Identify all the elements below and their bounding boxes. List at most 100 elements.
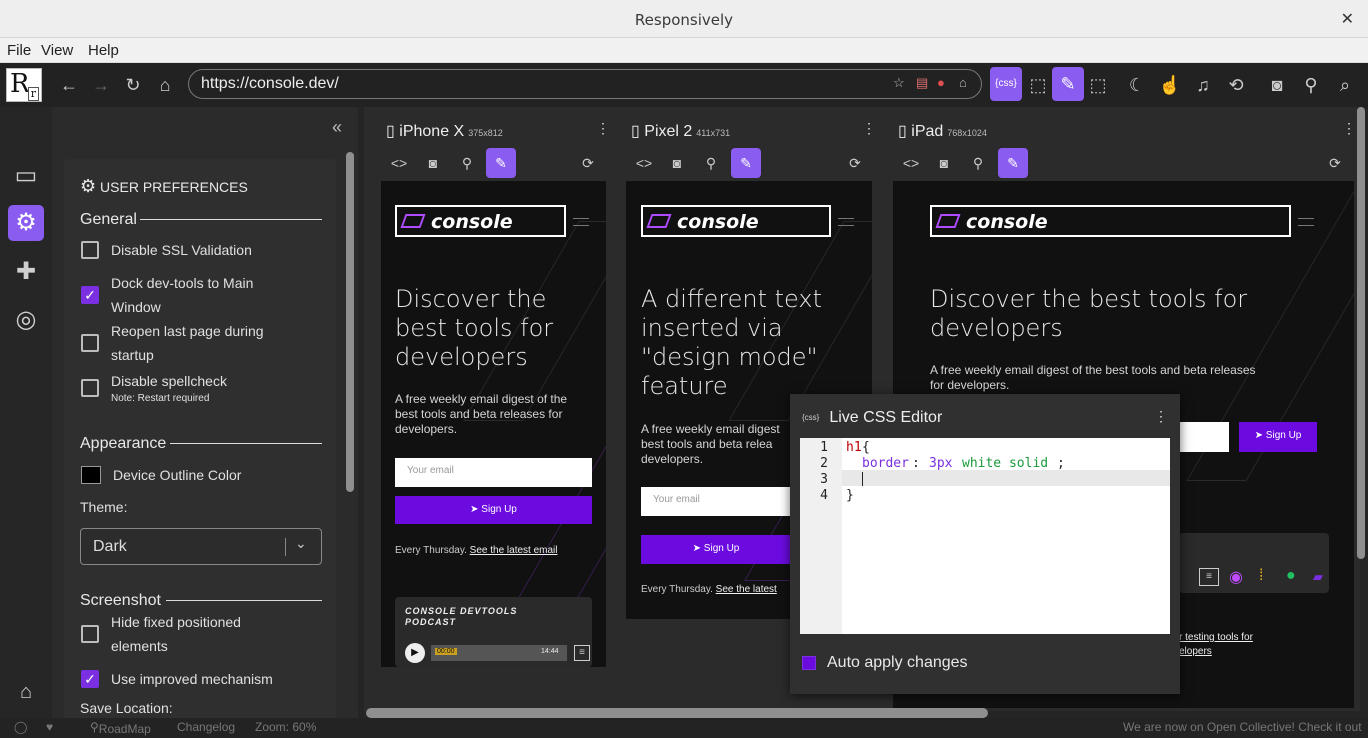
hamburger-icon[interactable] xyxy=(838,218,854,226)
device-menu-icon[interactable]: ⋮ xyxy=(862,120,876,137)
clear-storage-icon[interactable]: ▤ xyxy=(916,75,928,91)
google-podcasts-icon[interactable]: ⁞ xyxy=(1259,567,1263,585)
improved-checkbox[interactable]: ✓ xyxy=(81,670,99,688)
email-input[interactable]: Your email xyxy=(395,458,592,487)
spellcheck-checkbox[interactable] xyxy=(81,379,99,397)
dark-mode-icon[interactable]: ☾ xyxy=(1124,72,1150,98)
screenshot-icon[interactable]: ◙ xyxy=(929,148,959,178)
preferences-title: ⚙ USER PREFERENCES xyxy=(80,176,248,196)
email-input[interactable] xyxy=(1179,422,1229,452)
latest-email-text: Every Thursday. See the latest xyxy=(641,584,777,595)
forward-icon[interactable]: → xyxy=(88,72,114,98)
device-screen-iphone[interactable]: console Discover the best tools for develo… xyxy=(381,181,606,667)
rotate-icon[interactable]: ⟲ xyxy=(1223,72,1249,98)
signup-button[interactable]: ➤ Sign Up xyxy=(395,496,592,524)
hero-heading[interactable]: A different text inserted via "design mode… xyxy=(641,285,822,401)
apple-podcasts-icon[interactable]: ◉ xyxy=(1229,567,1243,587)
css-code-editor[interactable]: 1 2 3 4 h1 { border : 3px white solid ; … xyxy=(800,438,1170,634)
network-icon[interactable]: ◎ xyxy=(8,302,44,338)
signup-button[interactable]: ➤ Sign Up xyxy=(1239,422,1317,452)
menu-help[interactable]: Help xyxy=(88,42,119,59)
settings-icon[interactable]: ⚙ xyxy=(8,205,44,241)
devtools-icon[interactable]: <> xyxy=(629,148,659,178)
hide-icon[interactable]: ⚲ xyxy=(696,148,726,178)
spotify-icon[interactable]: ● xyxy=(1286,567,1296,585)
latest-email-link[interactable]: See the latest email xyxy=(470,545,558,556)
stitcher-icon[interactable]: ▰ xyxy=(1313,569,1323,585)
hide-icon[interactable]: ⚲ xyxy=(963,148,993,178)
extensions-icon[interactable]: ✚ xyxy=(8,254,44,290)
signup-button[interactable]: ➤ Sign Up xyxy=(641,535,791,564)
gift-icon[interactable]: ⌂ xyxy=(8,674,44,710)
screenshot-region-icon[interactable]: ⬚ xyxy=(1085,72,1111,98)
hide-fixed-checkbox[interactable] xyxy=(81,625,99,643)
hamburger-icon[interactable] xyxy=(573,218,589,226)
ssl-checkbox[interactable] xyxy=(81,241,99,259)
device-menu-icon[interactable]: ⋮ xyxy=(1342,120,1356,137)
horizontal-scrollbar[interactable] xyxy=(366,708,988,718)
dock-devtools-checkbox[interactable]: ✓ xyxy=(81,286,99,304)
site-logo[interactable]: console xyxy=(641,205,831,237)
screenshot-icon[interactable]: ◙ xyxy=(1264,72,1290,98)
save-location-label: Save Location: xyxy=(80,700,173,716)
menu-file[interactable]: File xyxy=(7,42,31,59)
css-editor-icon[interactable]: {css} xyxy=(990,67,1022,101)
changelog-link[interactable]: Changelog xyxy=(177,720,235,734)
mute-icon[interactable]: ♫ xyxy=(1190,72,1216,98)
auto-apply-checkbox[interactable] xyxy=(802,656,816,670)
email-input[interactable]: Your email xyxy=(641,487,791,516)
devtools-icon[interactable]: <> xyxy=(384,148,414,178)
home-icon[interactable]: ⌂ xyxy=(152,72,178,98)
site-logo[interactable]: console xyxy=(930,205,1291,237)
design-mode-icon[interactable]: ✎ xyxy=(731,148,761,178)
design-mode-icon[interactable]: ✎ xyxy=(1052,67,1084,101)
rotate-icon[interactable]: ⟳ xyxy=(840,148,870,178)
more-icon[interactable]: ⋮ xyxy=(1154,408,1168,425)
roadmap-link[interactable]: ⚲ RoadMap xyxy=(90,720,151,736)
rotate-icon[interactable]: ⟳ xyxy=(1320,148,1350,178)
hero-heading: Discover the best tools for developers xyxy=(930,285,1248,342)
design-mode-icon[interactable]: ✎ xyxy=(486,148,516,178)
delete-cookies-icon[interactable]: ● xyxy=(937,75,945,90)
code-brace: } xyxy=(846,488,854,503)
close-icon[interactable]: ✕ xyxy=(1341,9,1354,29)
hide-devtools-icon[interactable]: ⚲ xyxy=(1298,72,1324,98)
theme-select[interactable]: Dark ⌄ xyxy=(80,528,322,565)
latest-email-link[interactable]: See the latest xyxy=(716,584,777,595)
touch-icon[interactable]: ☝ xyxy=(1157,72,1183,98)
menu-bar: File View Help xyxy=(0,38,1368,63)
reload-icon[interactable]: ↻ xyxy=(120,72,146,98)
list-icon[interactable]: ≡ xyxy=(574,645,590,661)
testing-tools-link[interactable]: r testing tools for elopers xyxy=(1179,631,1253,659)
hide-icon[interactable]: ⚲ xyxy=(452,148,482,178)
collapse-icon[interactable]: « xyxy=(332,117,342,138)
site-logo[interactable]: console xyxy=(395,205,566,237)
bookmark-icon[interactable]: ⌂ xyxy=(959,75,967,90)
zoom-icon[interactable]: ⌕ xyxy=(1332,72,1358,98)
device-menu-icon[interactable]: ⋮ xyxy=(596,120,610,137)
devtools-icon[interactable]: <> xyxy=(896,148,926,178)
screenshot-icon[interactable]: ◙ xyxy=(418,148,448,178)
active-line xyxy=(842,470,1170,486)
reopen-checkbox[interactable] xyxy=(81,334,99,352)
preferences-scrollbar[interactable] xyxy=(346,152,354,492)
rotate-icon[interactable]: ⟳ xyxy=(573,148,603,178)
design-mode-icon[interactable]: ✎ xyxy=(998,148,1028,178)
twitter-icon[interactable]: ♥ xyxy=(46,720,53,734)
hamburger-icon[interactable] xyxy=(1298,218,1314,226)
devices-icon[interactable]: ▭ xyxy=(8,158,44,194)
menu-view[interactable]: View xyxy=(41,42,73,59)
hero-heading: Discover the best tools for developers xyxy=(395,285,554,371)
screenshot-icon[interactable]: ◙ xyxy=(662,148,692,178)
vertical-scrollbar[interactable] xyxy=(1357,107,1365,559)
url-input[interactable]: https://console.dev/ ☆ ▤ ● ⌂ xyxy=(188,69,982,99)
device-toolbar: <> ◙ ⚲ ✎ ⟳ xyxy=(629,148,872,178)
outline-color-swatch[interactable] xyxy=(81,466,101,484)
inspect-icon[interactable]: ⬚ xyxy=(1025,72,1051,98)
github-icon[interactable]: ◯ xyxy=(14,720,27,734)
back-icon[interactable]: ← xyxy=(56,72,82,98)
open-collective-link[interactable]: We are now on Open Collective! Check it … xyxy=(1123,720,1362,734)
play-icon[interactable]: ▶ xyxy=(405,643,425,663)
star-icon[interactable]: ☆ xyxy=(893,75,905,91)
list-icon[interactable]: ≡ xyxy=(1199,568,1219,586)
